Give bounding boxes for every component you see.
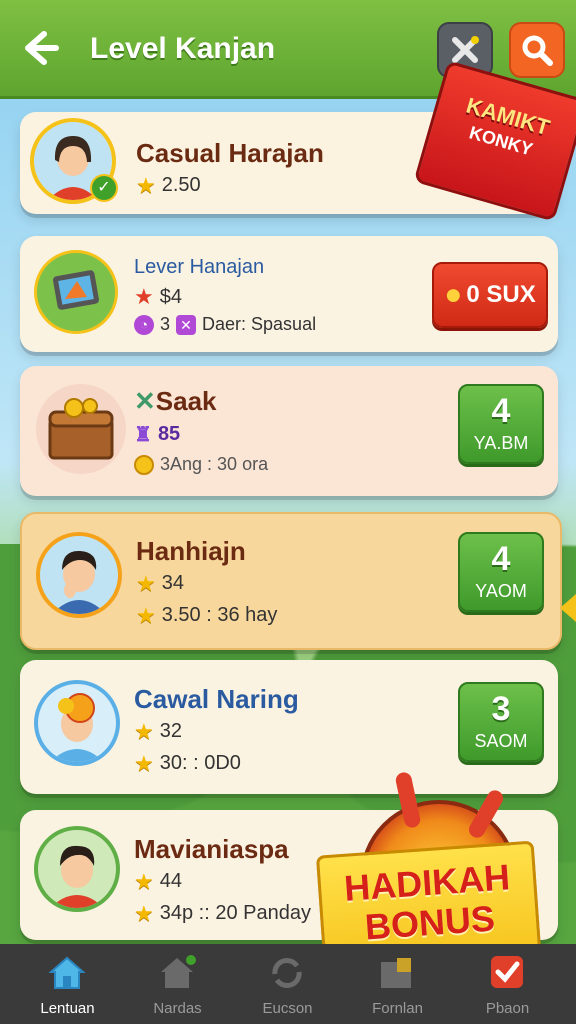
star-icon: ★ <box>134 750 154 776</box>
item-title: Mavianiaspa <box>134 834 289 864</box>
item-line2: 3Ang : 30 ora <box>134 454 268 475</box>
coin-icon: ● <box>444 278 463 311</box>
level-number: 3 <box>491 690 511 728</box>
line2-value: 3Ang : 30 ora <box>160 454 269 474</box>
item-title: Casual Harajan <box>136 138 324 168</box>
refresh-icon <box>272 958 302 988</box>
back-button[interactable] <box>18 26 62 70</box>
tablet-icon <box>53 270 99 310</box>
treasure-chest-icon <box>48 398 114 460</box>
coin-icon <box>134 454 154 475</box>
item-line1: ★ 32 <box>134 720 182 743</box>
line2-text: Daer: Spasual <box>202 314 317 334</box>
star-icon: ★ <box>134 284 154 309</box>
arrow-left-icon <box>25 31 59 65</box>
home-icon <box>48 956 86 989</box>
item-title: Hanhiajn <box>136 536 246 566</box>
page-title: Level Kanjan <box>90 32 276 65</box>
cross-badge-icon: ✕ <box>176 314 197 335</box>
trophy-icon: ♜ <box>134 424 152 446</box>
item-line1: ★ 44 <box>134 870 182 893</box>
level-button[interactable]: 4 YAOM <box>458 532 544 612</box>
line2-value: 3 <box>160 314 171 334</box>
line1-value: $4 <box>159 285 182 308</box>
line2-value: 30: : 0D0 <box>159 752 241 774</box>
level-unit: YA.BM <box>473 433 529 453</box>
check-badge-icon: ✓ <box>90 174 118 202</box>
item-line1: ★ 34 <box>136 572 184 595</box>
chest-avatar <box>36 384 126 474</box>
level-unit: SAOM <box>474 731 528 751</box>
item-line2: ★ 34p :: 20 Panday <box>134 902 311 925</box>
line1-value: 85 <box>157 423 181 445</box>
arrow-right-icon <box>560 594 576 622</box>
star-icon: ★ <box>136 570 156 596</box>
avatar <box>34 826 120 912</box>
item-line2: ◔ 3 ✕ Daer: Spasual <box>134 314 316 335</box>
nav-label: Pbaon <box>485 1000 530 1017</box>
item-line1: ★ $4 <box>134 284 182 310</box>
nav-label: Nardas <box>153 1000 202 1017</box>
search-button[interactable] <box>509 22 565 78</box>
title-text: Saak <box>155 386 217 416</box>
bottom-nav: Lentuan Nardas Eucson Fornlan Pbaon <box>0 944 576 1024</box>
level-button[interactable]: 3 SAOM <box>458 682 544 762</box>
item-title: Cawal Naring <box>134 684 299 714</box>
star-icon: ★ <box>136 172 156 198</box>
tablet-avatar <box>34 250 118 334</box>
item-line2: ★ 30: : 0D0 <box>134 752 241 775</box>
folder-icon <box>381 958 411 988</box>
swords-icon: ✕ <box>134 386 156 416</box>
level-button[interactable]: 4 YA.BM <box>458 384 544 464</box>
house-badge-icon <box>161 955 196 988</box>
nav-label: Fornlan <box>372 1000 423 1017</box>
star-icon: ★ <box>134 900 154 926</box>
nav-item-home[interactable]: Lentuan <box>10 944 125 1024</box>
nav-item-fornlan[interactable]: Fornlan <box>340 944 455 1024</box>
level-number: 4 <box>491 392 511 430</box>
search-icon <box>522 35 553 66</box>
star-icon: ★ <box>136 602 156 628</box>
badge-icon: ◔ <box>134 314 154 335</box>
item-line1: ♜ 85 <box>134 422 180 447</box>
line1-value: 34 <box>161 572 184 594</box>
avatar <box>34 680 120 766</box>
line2-value: 3.50 : 36 hay <box>161 604 278 626</box>
rating-value: 2.50 <box>161 174 201 196</box>
close-icon <box>452 36 479 63</box>
line1-value: 44 <box>159 870 182 892</box>
item-title: Lever Hanajan <box>134 256 265 278</box>
item-rating: ★ 2.50 <box>136 174 201 197</box>
nav-label: Eucson <box>262 1000 313 1017</box>
line1-value: 32 <box>159 720 182 742</box>
reward-button[interactable]: ● 0 SUX <box>432 262 548 328</box>
item-title: ✕Saak <box>134 386 217 417</box>
item-line2: ★ 3.50 : 36 hay <box>136 604 277 627</box>
avatar <box>36 532 122 618</box>
nav-item-eucson[interactable]: Eucson <box>230 944 345 1024</box>
star-icon: ★ <box>134 718 154 744</box>
nav-item-nardas[interactable]: Nardas <box>120 944 235 1024</box>
check-badge-icon <box>491 956 523 988</box>
reward-label: 0 SUX <box>466 281 536 308</box>
level-unit: YAOM <box>475 581 527 601</box>
nav-label: Lentuan <box>40 1000 95 1017</box>
nav-item-pbaon[interactable]: Pbaon <box>450 944 565 1024</box>
star-icon: ★ <box>134 868 154 894</box>
line2-value: 34p :: 20 Panday <box>159 902 311 924</box>
level-number: 4 <box>491 540 511 578</box>
